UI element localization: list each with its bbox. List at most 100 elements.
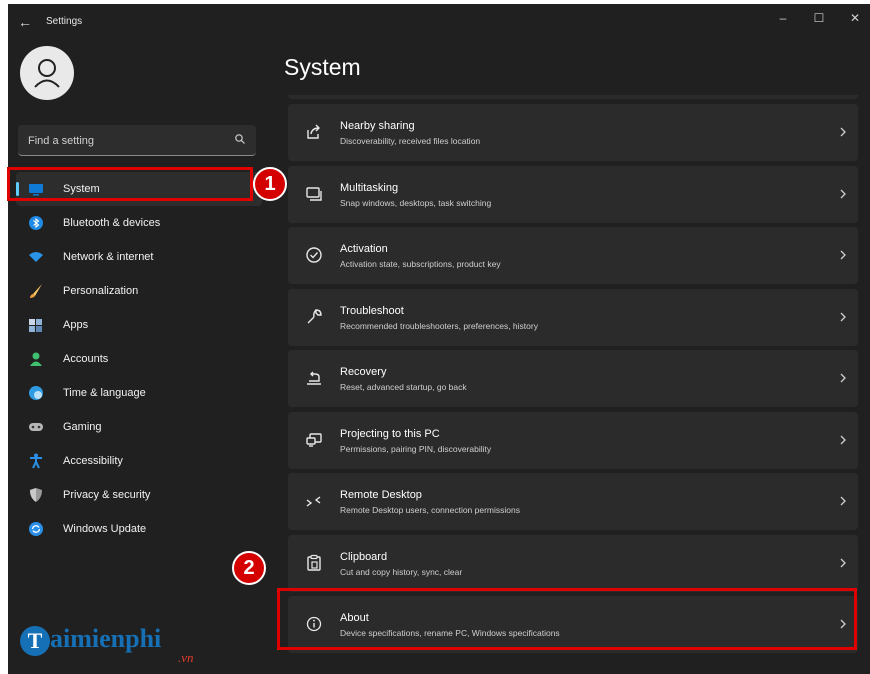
card-title: Troubleshoot: [340, 304, 404, 317]
settings-window: ← Settings – ☐ ✕ System: [8, 4, 870, 674]
card-title: About: [340, 612, 369, 624]
sidebar-item-apps[interactable]: Apps: [16, 308, 262, 342]
title-bar: ← Settings – ☐ ✕: [8, 4, 870, 40]
globe-clock-icon: [29, 386, 43, 400]
chevron-right-icon: [840, 250, 846, 260]
sidebar-item-privacy-security[interactable]: Privacy & security: [16, 478, 262, 512]
sidebar-item-label: Accounts: [63, 353, 109, 365]
sidebar-item-time-language[interactable]: Time & language: [16, 376, 262, 410]
card-title: Recovery: [340, 366, 387, 378]
watermark-logo: T aimienphi .vn: [20, 618, 220, 668]
card-subtitle: Permissions, pairing PIN, discoverabilit…: [340, 443, 492, 454]
recovery-icon: [307, 371, 321, 385]
multitasking-icon: [306, 186, 322, 201]
card-subtitle: Recommended troubleshooters, preferences…: [340, 320, 538, 331]
bluetooth-icon: [29, 216, 43, 230]
sidebar-item-label: Apps: [63, 319, 89, 331]
wifi-icon: [29, 252, 43, 262]
step-badge-2: 2: [232, 551, 266, 585]
accessibility-icon: [30, 453, 42, 469]
card-troubleshoot[interactable]: Troubleshoot Recommended troubleshooters…: [288, 288, 858, 346]
chevron-right-icon: [840, 619, 846, 629]
card-title: Activation: [340, 243, 388, 255]
card-multitasking[interactable]: Multitasking Snap windows, desktops, tas…: [288, 165, 858, 223]
wrench-icon: [307, 308, 322, 323]
check-circle-icon: [306, 247, 322, 263]
avatar[interactable]: [20, 46, 74, 100]
card-title: Projecting to this PC: [340, 427, 440, 440]
sidebar-item-label: Personalization: [63, 285, 139, 297]
card-subtitle: Remote Desktop users, connection permiss…: [340, 505, 520, 515]
logo-t: T: [20, 626, 50, 656]
sidebar-item-label: Network & internet: [63, 251, 154, 263]
card-title: Clipboard: [340, 550, 388, 563]
sidebar-item-windows-update[interactable]: Windows Update: [16, 512, 262, 546]
sidebar-item-label: Privacy & security: [63, 489, 151, 501]
step-badge-1: 1: [253, 167, 287, 201]
card-title: Multitasking: [340, 181, 399, 194]
sidebar-item-accounts[interactable]: Accounts: [16, 342, 262, 376]
logo-name: aimienphi: [50, 624, 162, 653]
gamepad-icon: [29, 423, 43, 431]
chevron-right-icon: [840, 312, 846, 321]
chevron-right-icon: [840, 496, 846, 506]
previous-card-edge: [288, 95, 858, 99]
sidebar-item-accessibility[interactable]: Accessibility: [16, 444, 262, 478]
card-recovery[interactable]: Recovery Reset, advanced startup, go bac…: [288, 350, 858, 407]
card-projecting[interactable]: Projecting to this PC Permissions, pairi…: [288, 411, 858, 469]
remote-desktop-icon: [306, 496, 321, 507]
maximize-button[interactable]: ☐: [804, 8, 834, 28]
chevron-right-icon: [840, 127, 846, 137]
sidebar-nav: System Bluetooth & devices Network & int…: [16, 172, 262, 546]
clipboard-icon: [307, 554, 321, 571]
search-box[interactable]: [18, 125, 256, 156]
sidebar-item-label: Gaming: [63, 421, 102, 433]
search-input[interactable]: [18, 125, 230, 156]
minimize-button[interactable]: –: [768, 8, 798, 28]
chevron-right-icon: [840, 558, 846, 567]
sidebar-item-network[interactable]: Network & internet: [16, 240, 262, 274]
card-subtitle: Snap windows, desktops, task switching: [340, 197, 492, 208]
close-button[interactable]: ✕: [840, 8, 870, 28]
person-icon: [34, 59, 60, 88]
sidebar-item-gaming[interactable]: Gaming: [16, 410, 262, 444]
person-icon: [30, 352, 42, 366]
sidebar-item-label: Accessibility: [63, 455, 123, 467]
settings-list: Nearby sharing Discoverability, received…: [288, 104, 858, 658]
card-about[interactable]: About Device specifications, rename PC, …: [288, 596, 858, 653]
logo-suffix: .vn: [178, 650, 194, 665]
sidebar-item-bluetooth[interactable]: Bluetooth & devices: [16, 206, 262, 240]
back-arrow-icon[interactable]: ←: [18, 14, 34, 30]
sidebar-item-label: System: [63, 183, 100, 195]
card-subtitle: Cut and copy history, sync, clear: [340, 566, 463, 577]
card-subtitle: Discoverability, received files location: [340, 136, 481, 146]
update-icon: [29, 522, 43, 536]
card-subtitle: Activation state, subscriptions, product…: [340, 259, 501, 269]
shield-icon: [30, 488, 42, 502]
info-icon: [306, 616, 322, 632]
search-icon: [235, 134, 245, 144]
page-title: System: [284, 54, 361, 80]
display-icon: [29, 184, 43, 196]
apps-icon: [29, 319, 42, 332]
card-clipboard[interactable]: Clipboard Cut and copy history, sync, cl…: [288, 534, 858, 592]
card-subtitle: Device specifications, rename PC, Window…: [340, 628, 560, 638]
window-title: Settings: [46, 16, 83, 27]
card-title: Remote Desktop: [340, 489, 422, 501]
card-nearby-sharing[interactable]: Nearby sharing Discoverability, received…: [288, 104, 858, 161]
card-remote-desktop[interactable]: Remote Desktop Remote Desktop users, con…: [288, 473, 858, 530]
chevron-right-icon: [840, 435, 846, 444]
sidebar-item-system[interactable]: System: [16, 172, 262, 206]
sidebar-item-label: Time & language: [63, 387, 146, 399]
brush-icon: [30, 284, 42, 298]
chevron-right-icon: [840, 189, 846, 198]
card-title: Nearby sharing: [340, 120, 415, 132]
sidebar-item-label: Bluetooth & devices: [63, 217, 161, 229]
card-activation[interactable]: Activation Activation state, subscriptio…: [288, 227, 858, 284]
chevron-right-icon: [840, 373, 846, 383]
projector-icon: [306, 432, 322, 447]
card-subtitle: Reset, advanced startup, go back: [340, 382, 467, 392]
sidebar-item-label: Windows Update: [63, 523, 147, 535]
sidebar-item-personalization[interactable]: Personalization: [16, 274, 262, 308]
share-icon: [307, 124, 320, 139]
